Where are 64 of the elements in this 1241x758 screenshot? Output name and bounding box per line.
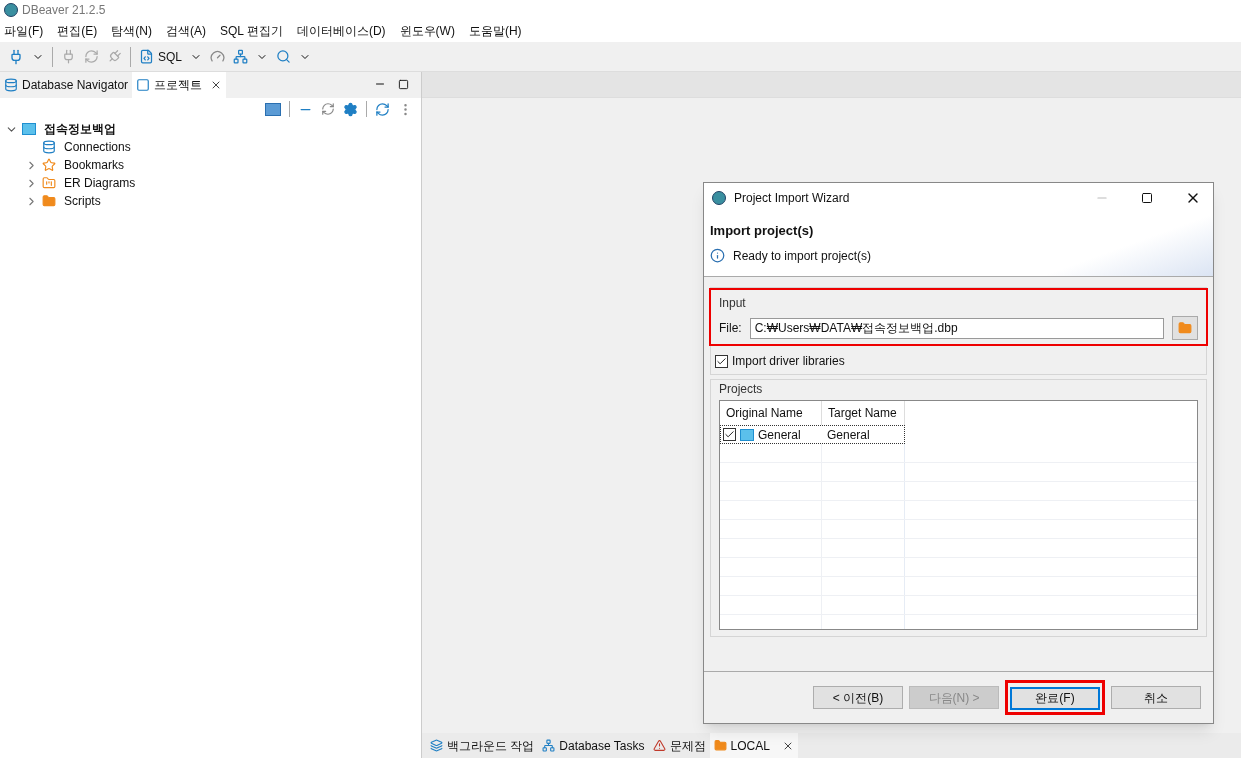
problems-icon: [652, 739, 666, 752]
wizard-message: Ready to import project(s): [733, 247, 872, 265]
wizard-heading: Import project(s): [710, 222, 815, 240]
tasks-icon: [542, 739, 556, 752]
maximize-icon[interactable]: [1141, 192, 1153, 204]
settings-icon[interactable]: [343, 101, 358, 117]
wizard-button[interactable]: 취소: [1111, 686, 1201, 709]
app-logo-icon: [4, 3, 18, 17]
menu-item[interactable]: 도움말(H): [468, 22, 522, 40]
connect-icon[interactable]: [61, 49, 76, 64]
wizard-button[interactable]: < 이전(B): [813, 686, 903, 709]
window-title: DBeaver 21.2.5: [22, 2, 106, 19]
table-cell-text: General: [758, 426, 801, 444]
menu-item[interactable]: SQL 편집기: [220, 22, 283, 40]
tree-item-label[interactable]: Connections: [64, 138, 131, 156]
group-legend: Input: [719, 296, 746, 310]
group-legend: Projects: [719, 380, 1198, 398]
bottom-panel-tab[interactable]: 백그라운드 작업: [426, 733, 539, 758]
wizard-button[interactable]: 완료(F): [1010, 686, 1100, 710]
tree-item-label[interactable]: ER Diagrams: [64, 174, 136, 192]
tasks-icon[interactable]: [233, 49, 248, 64]
folder-icon: [713, 739, 727, 752]
search-icon[interactable]: [276, 49, 291, 64]
bottom-panel-tab[interactable]: 문제점: [648, 733, 710, 758]
database-icon: [4, 78, 18, 92]
new-connection-icon[interactable]: [8, 48, 24, 65]
menu-item[interactable]: 데이터베이스(D): [296, 22, 386, 40]
diagram-folder-icon: [42, 176, 56, 190]
tree-item-label[interactable]: Scripts: [64, 192, 101, 210]
sql-editor-button[interactable]: SQL: [139, 47, 182, 66]
tree-item-label[interactable]: Bookmarks: [64, 156, 125, 174]
reconnect-icon[interactable]: [84, 49, 99, 64]
menu-item[interactable]: 파일(F): [4, 22, 44, 40]
project-folder-icon: [22, 123, 36, 135]
info-icon: [710, 248, 725, 263]
folder-icon: [42, 194, 56, 208]
table-cell-text: General: [826, 426, 871, 443]
bottom-panel-tab[interactable]: LOCAL: [709, 733, 798, 758]
menu-item[interactable]: 윈도우(W): [399, 22, 455, 40]
menu-item[interactable]: 탐색(N): [111, 22, 152, 40]
menu-item[interactable]: 편집(E): [57, 22, 98, 40]
dialog-title: Project Import Wizard: [734, 190, 851, 207]
field-label: File:: [719, 320, 742, 337]
menu-item[interactable]: 검색(A): [166, 22, 206, 40]
script-icon: [139, 49, 154, 64]
browse-button[interactable]: [1172, 316, 1198, 340]
table-row[interactable]: General General: [720, 425, 905, 444]
maximize-icon[interactable]: [398, 79, 409, 90]
project-folder-icon: [740, 428, 754, 441]
row-checkbox[interactable]: [723, 428, 736, 441]
panel-tab[interactable]: 프로젝트: [132, 72, 227, 98]
gauge-icon[interactable]: [210, 49, 225, 64]
window-icon: [136, 78, 151, 92]
checkbox[interactable]: [715, 354, 728, 368]
refresh-icon[interactable]: [375, 101, 390, 117]
app-logo-icon: [712, 191, 726, 205]
bottom-panel-tab[interactable]: Database Tasks: [538, 733, 649, 758]
folder-icon: [1178, 321, 1192, 335]
database-icon: [42, 140, 56, 154]
checkbox-label[interactable]: Import driver libraries: [732, 352, 845, 370]
tree-item-label[interactable]: 접속정보백업: [44, 120, 116, 138]
file-path-field[interactable]: C:₩Users₩DATA₩접속정보백업.dbp: [749, 317, 1164, 339]
column-header[interactable]: Original Name: [720, 401, 822, 425]
column-header[interactable]: Target Name: [822, 401, 905, 425]
